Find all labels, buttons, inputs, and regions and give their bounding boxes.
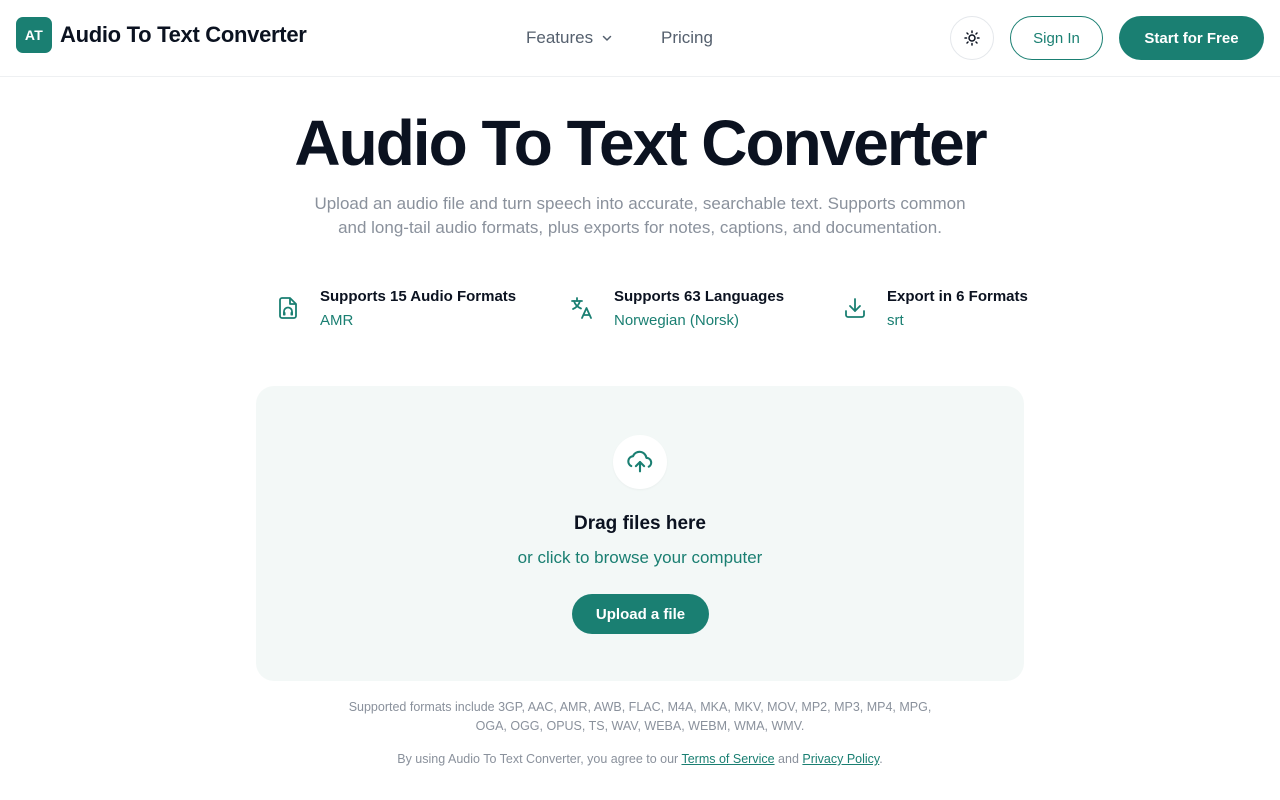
translate-icon [571,297,592,319]
chevron-down-icon [602,35,612,41]
feature-title: Export in 6 Formats [887,288,1028,305]
privacy-policy-link[interactable]: Privacy Policy [802,752,879,766]
nav-features-label: Features [526,28,594,47]
dropzone-browse-link[interactable]: or click to browse your computer [256,548,1024,568]
sign-in-button[interactable]: Sign In [1010,16,1103,60]
download-icon [845,298,865,318]
nav-features[interactable]: Features [526,28,613,48]
feature-title: Supports 63 Languages [614,288,785,305]
logo-badge[interactable]: AT [16,17,52,53]
feature-value: AMR [320,312,354,329]
dropzone-title: Drag files here [574,513,706,534]
legal-and: and [778,752,799,766]
legal-prefix: By using Audio To Text Converter, you ag… [397,752,679,766]
page-subtitle: Upload an audio file and turn speech int… [314,194,966,237]
site-header: AT Audio To Text Converter Features Pric… [0,0,1280,77]
legal-suffix: . [879,752,883,766]
start-free-button[interactable]: Start for Free [1119,16,1264,60]
legal-note: By using Audio To Text Converter, you ag… [0,752,1280,766]
feature-value: srt [887,312,904,329]
supported-formats-note: Supported formats include 3GP, AAC, AMR,… [348,700,932,733]
feature-title: Supports 15 Audio Formats [320,288,517,305]
upload-icon-circle [613,435,667,489]
audio-file-icon [279,297,297,319]
terms-of-service-link[interactable]: Terms of Service [681,752,774,766]
upload-file-button[interactable]: Upload a file [572,594,709,634]
feature-value: Norwegian (Norsk) [614,312,740,329]
sun-icon [964,30,980,46]
cloud-upload-icon [627,450,653,473]
page-title: Audio To Text Converter [294,107,987,179]
nav-pricing[interactable]: Pricing [661,28,713,48]
brand-name[interactable]: Audio To Text Converter [60,22,307,48]
theme-toggle-button[interactable] [950,16,994,60]
file-dropzone[interactable]: Drag files here or click to browse your … [256,386,1024,681]
